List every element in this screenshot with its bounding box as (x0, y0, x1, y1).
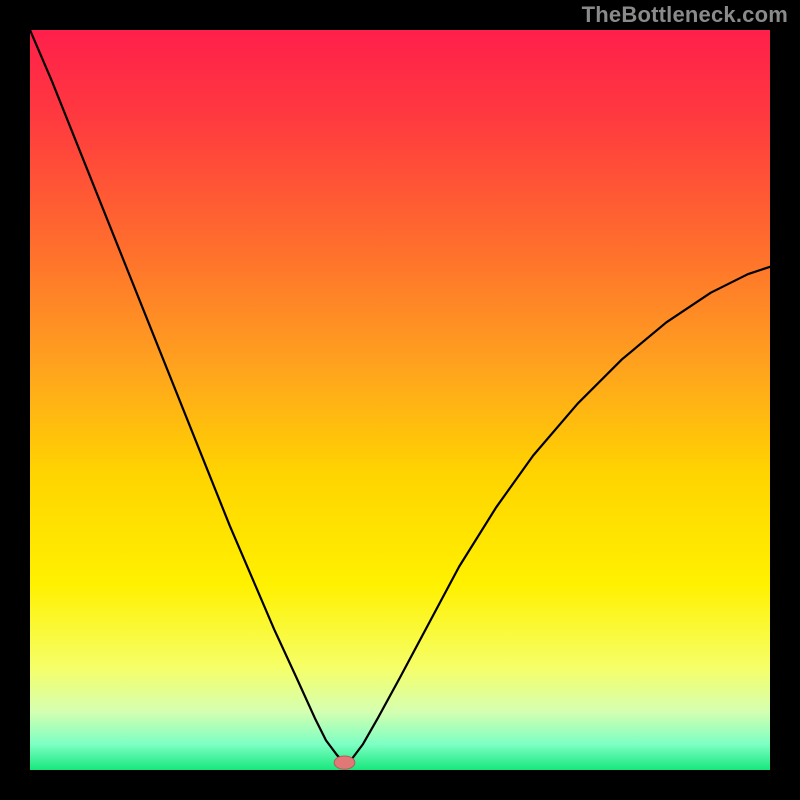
plot-area (30, 30, 770, 770)
chart-outer-frame: TheBottleneck.com (0, 0, 800, 800)
gradient-background (30, 30, 770, 770)
watermark-label: TheBottleneck.com (582, 2, 788, 28)
chart-svg (30, 30, 770, 770)
optimal-point-marker (334, 756, 355, 769)
